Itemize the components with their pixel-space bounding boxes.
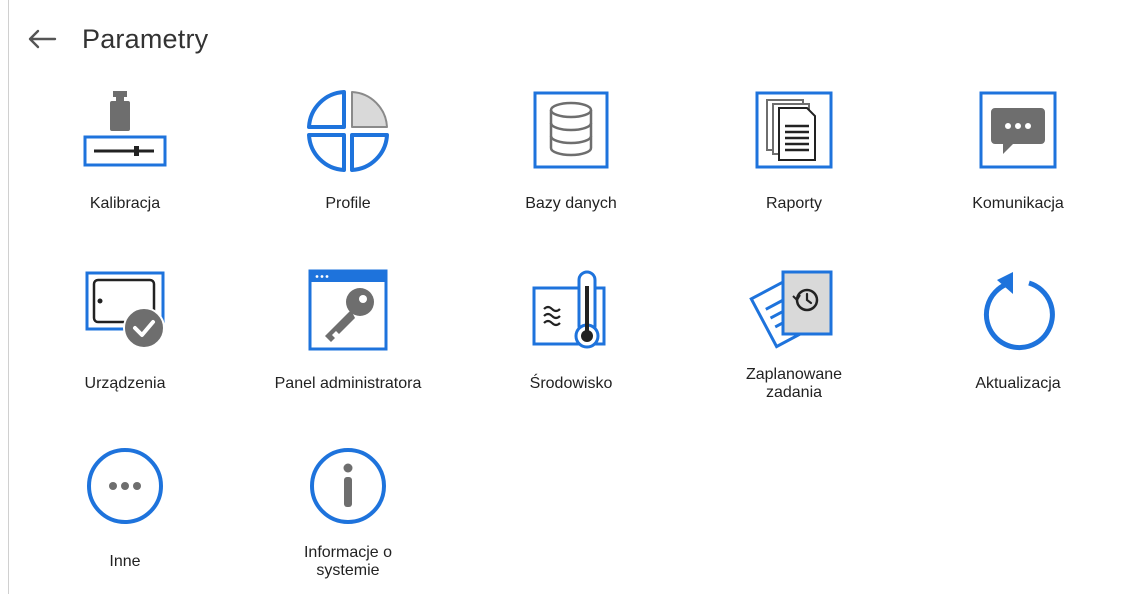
profile-pie-icon bbox=[303, 86, 393, 176]
tile-label: Informacje o systemie bbox=[303, 544, 393, 579]
chat-bubble-icon bbox=[973, 86, 1063, 176]
tile-label: Zaplanowane zadania bbox=[745, 366, 843, 401]
tile-zaplanowane-zadania[interactable]: Zaplanowane zadania bbox=[694, 266, 894, 416]
tile-label: Panel administratora bbox=[274, 375, 422, 392]
tile-panel-administratora[interactable]: Panel administratora bbox=[248, 266, 448, 416]
page-header: Parametry bbox=[22, 14, 208, 64]
thermometer-icon bbox=[526, 266, 616, 356]
scheduled-tasks-icon bbox=[749, 266, 839, 356]
tile-informacje-o-systemie[interactable]: Informacje o systemie bbox=[248, 444, 448, 594]
reports-documents-icon bbox=[749, 86, 839, 176]
device-check-icon bbox=[80, 266, 170, 356]
tile-label: Bazy danych bbox=[525, 195, 617, 212]
tile-profile[interactable]: Profile bbox=[248, 86, 448, 236]
tile-label: Kalibracja bbox=[89, 195, 161, 212]
database-icon bbox=[526, 86, 616, 176]
tile-inne[interactable]: Inne bbox=[25, 444, 225, 594]
tile-raporty[interactable]: Raporty bbox=[694, 86, 894, 236]
more-dots-icon bbox=[80, 444, 170, 534]
update-refresh-icon bbox=[973, 266, 1063, 356]
tile-label: Środowisko bbox=[529, 375, 613, 392]
tile-bazy-danych[interactable]: Bazy danych bbox=[471, 86, 671, 236]
admin-key-icon bbox=[303, 266, 393, 356]
tile-label: Komunikacja bbox=[972, 195, 1064, 212]
arrow-left-icon bbox=[28, 29, 57, 49]
tile-label: Urządzenia bbox=[84, 375, 166, 392]
tile-urzadzenia[interactable]: Urządzenia bbox=[25, 266, 225, 416]
calibration-weight-icon bbox=[80, 86, 170, 176]
page-title: Parametry bbox=[82, 23, 209, 54]
tile-label: Aktualizacja bbox=[975, 375, 1061, 392]
left-divider bbox=[8, 0, 9, 594]
tile-label: Raporty bbox=[765, 195, 823, 212]
tile-label: Inne bbox=[109, 553, 141, 570]
back-button[interactable] bbox=[22, 19, 62, 59]
tile-label: Profile bbox=[325, 195, 371, 212]
tile-komunikacja[interactable]: Komunikacja bbox=[918, 86, 1118, 236]
tile-aktualizacja[interactable]: Aktualizacja bbox=[918, 266, 1118, 416]
tile-kalibracja[interactable]: Kalibracja bbox=[25, 86, 225, 236]
tile-srodowisko[interactable]: Środowisko bbox=[471, 266, 671, 416]
info-icon bbox=[303, 444, 393, 534]
